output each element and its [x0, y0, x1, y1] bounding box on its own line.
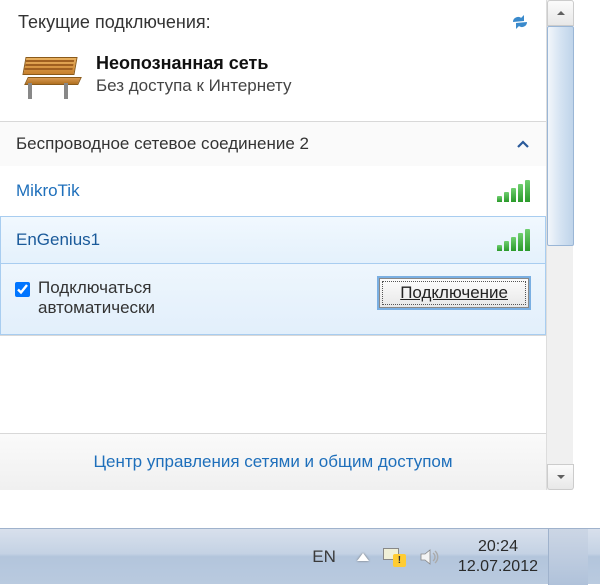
wifi-network-mikrotik[interactable]: MikroTik: [0, 166, 546, 216]
header-section: Текущие подключения:: [0, 8, 546, 51]
scroll-down-arrow-icon[interactable]: [547, 464, 574, 490]
connection-text: Неопознанная сеть Без доступа к Интернет…: [96, 53, 292, 96]
refresh-icon[interactable]: [510, 14, 530, 35]
auto-connect-input[interactable]: [15, 282, 30, 297]
clock-time: 20:24: [458, 537, 538, 556]
current-connections-title: Текущие подключения:: [18, 12, 211, 33]
wifi-network-engenius1[interactable]: EnGenius1: [0, 216, 546, 264]
signal-strength-icon: [497, 229, 530, 251]
taskbar-clock[interactable]: 20:24 12.07.2012: [458, 537, 538, 575]
wifi-name-label: MikroTik: [16, 181, 80, 201]
tray-overflow-icon[interactable]: [357, 553, 369, 561]
chevron-up-icon: [516, 136, 530, 152]
wireless-section: Беспроводное сетевое соединение 2 MikroT…: [0, 121, 546, 336]
connect-controls-row: Подключаться автоматически Подключение: [0, 264, 546, 335]
auto-connect-checkbox[interactable]: Подключаться автоматически: [15, 278, 155, 318]
show-desktop-button[interactable]: [548, 529, 588, 585]
network-center-link[interactable]: Центр управления сетями и общим доступом: [0, 433, 546, 490]
signal-strength-icon: [497, 180, 530, 202]
wireless-adapter-header[interactable]: Беспроводное сетевое соединение 2: [0, 122, 546, 166]
wifi-name-label: EnGenius1: [16, 230, 100, 250]
volume-tray-icon[interactable]: [419, 547, 441, 567]
current-connection-row: Неопознанная сеть Без доступа к Интернет…: [0, 51, 546, 121]
scrollbar[interactable]: [546, 0, 573, 490]
clock-date: 12.07.2012: [458, 557, 538, 576]
language-indicator[interactable]: EN: [312, 547, 336, 567]
scroll-up-arrow-icon[interactable]: [547, 0, 574, 26]
scrollbar-thumb[interactable]: [547, 26, 574, 246]
taskbar: EN ! 20:24 12.07.2012: [0, 528, 600, 584]
connection-status: Без доступа к Интернету: [96, 76, 292, 96]
gap: [0, 490, 600, 528]
flyout-content: Текущие подключения: Неопознанная сеть Б…: [0, 0, 546, 336]
network-tray-icon[interactable]: !: [383, 548, 405, 566]
auto-connect-label: Подключаться автоматически: [38, 278, 155, 318]
bench-icon: [22, 53, 82, 99]
network-flyout: Текущие подключения: Неопознанная сеть Б…: [0, 0, 573, 490]
wireless-adapter-label: Беспроводное сетевое соединение 2: [16, 134, 309, 154]
connect-button[interactable]: Подключение: [379, 278, 529, 308]
connection-name: Неопознанная сеть: [96, 53, 292, 74]
